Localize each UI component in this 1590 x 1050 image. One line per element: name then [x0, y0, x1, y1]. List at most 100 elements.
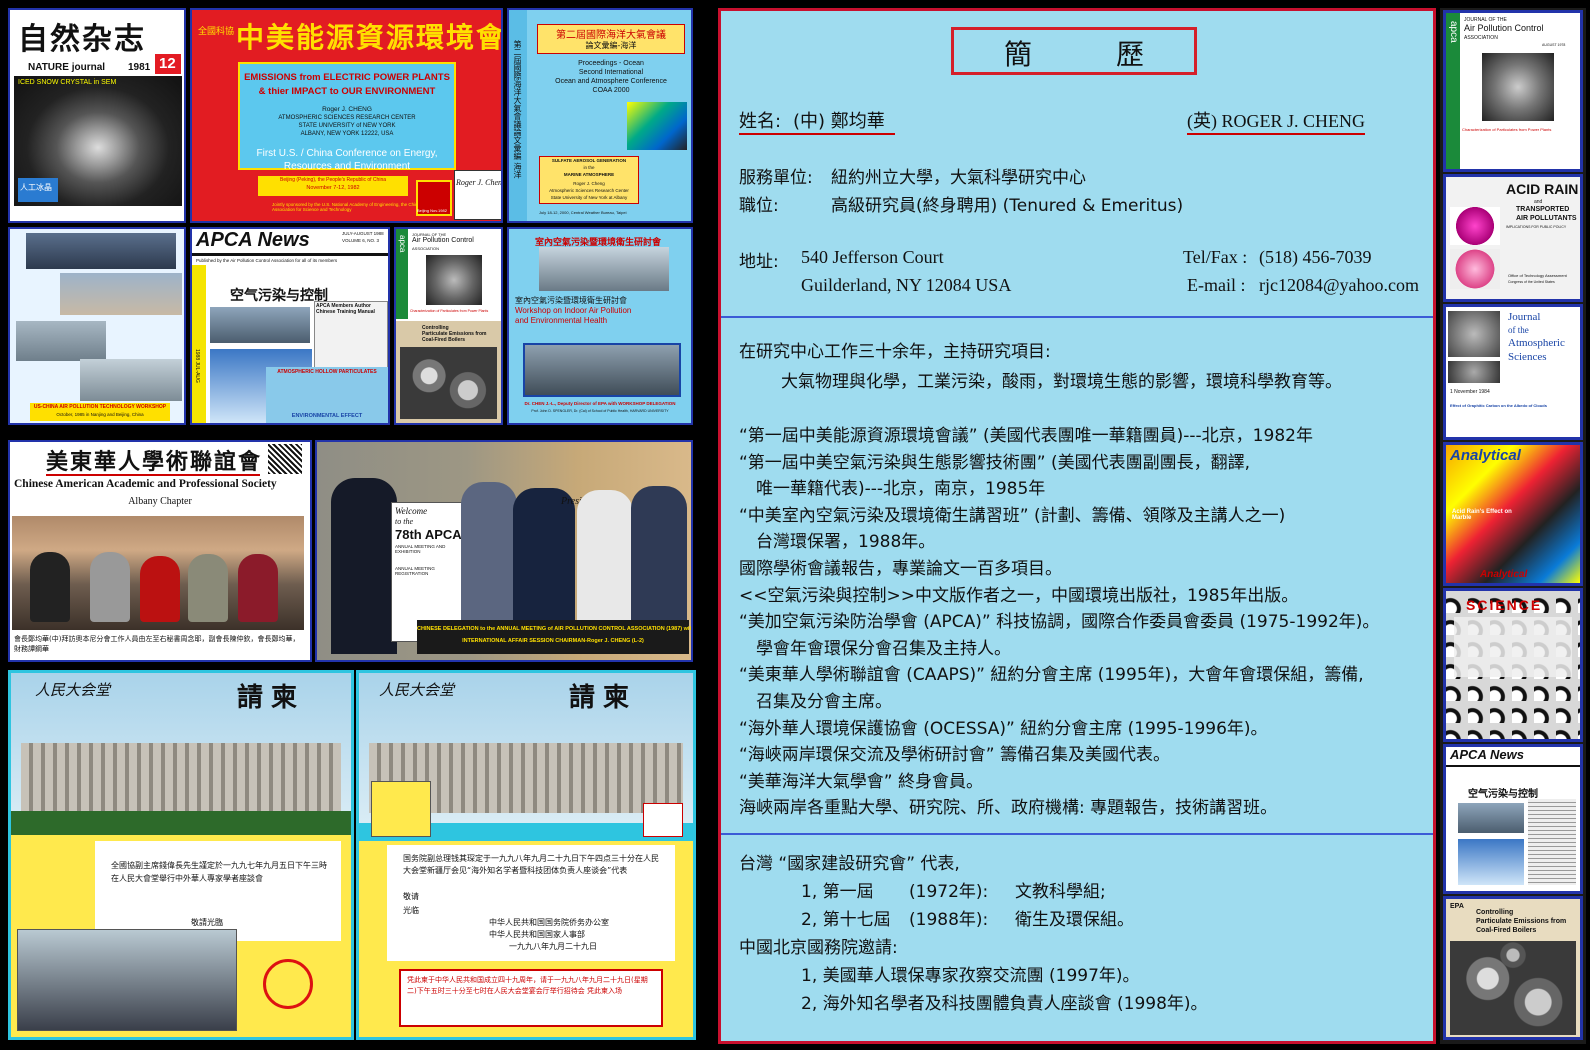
ocean-conference-cover: 第二屆國際海洋大氣會議論文彙編 海洋 第二屆國際海洋大氣會議 論文彙編-海洋 P…: [507, 8, 693, 223]
indoor-l3: and Environmental Health: [515, 316, 608, 325]
name-cn: (中) 鄭均華: [793, 111, 885, 132]
unit-label: 服務單位:: [739, 168, 813, 188]
box-line1: EMISSIONS from ELECTRIC POWER PLANTS: [244, 72, 450, 83]
nature-title-cn: 自然杂志: [18, 22, 146, 57]
controlling3: Coal-Fired Boilers: [422, 337, 466, 343]
sem-particles: [400, 347, 497, 419]
ocean-l2: Second International: [578, 69, 644, 76]
divider-1: [721, 316, 1433, 318]
taiwan-2-year: (1988年):: [909, 910, 989, 930]
invite-right-org2: 中华人民共和国国家人事部: [489, 930, 585, 939]
activity-line: 召集及分會主席。: [739, 692, 892, 712]
caaps-person-2: [90, 552, 130, 622]
sponsor-text: Jointly sponsored by the U.S. National A…: [272, 202, 421, 212]
indoor-caption1: Dr. CHEN J.-L., Deputy Director of EPA w…: [524, 401, 676, 406]
caaps-chapter: Albany Chapter: [128, 496, 192, 507]
signature: Roger J. Chen: [456, 178, 502, 187]
activity-line: 唯一華籍代表)---北京，南京，1985年: [739, 479, 1046, 500]
strip-c3-l2: of the: [1508, 325, 1529, 335]
workshop-collage: US-CHINA AIR POLLUTION TECHNOLOGY WORKSH…: [8, 227, 186, 425]
caaps-caption-cn: 會長鄭均華(中)拜訪奧本尼分會工作人員由左至右秘書周念耶，副會長陳仲欽，會長鄭均…: [14, 635, 300, 653]
unit-value: 紐約州立大學，大氣科學研究中心: [831, 168, 1086, 188]
invite-right-header: 人民大会堂: [379, 681, 455, 699]
apca-bottom1: ATMOSPHERIC HOLLOW PARTICULATES: [277, 369, 377, 375]
nature-inset: 人工冰晶: [20, 183, 52, 192]
invite-right-title: 請柬: [569, 683, 638, 713]
activity-line: 學會年會環保分會召集及主持人。: [739, 638, 1011, 659]
caaps-person-1: [30, 552, 70, 622]
activity-line: “中美室內空氣污染及環境衛生講習班” (計劃、籌備、領隊及主講人之一): [739, 505, 1286, 526]
japca-title2: Air Pollution Control: [412, 237, 474, 244]
japca-particle: [426, 255, 482, 305]
beijing-label: 中國北京國務院邀請:: [739, 938, 898, 958]
paper4: Roger J. Cheng: [573, 181, 605, 186]
sign5: ANNUAL MEETING REGISTRATION: [395, 566, 435, 576]
activity-line: “美加空氣污染防治學會 (APCA)” 科技協調，國際合作委員會委員 (1975…: [739, 612, 1380, 633]
taiwan-2-group: 衛生及環保組。: [1015, 910, 1134, 930]
indoor-photo-1: [539, 247, 669, 291]
apca-date: JULY-AUGUST 1988: [342, 231, 384, 236]
strip-c3-l1: Journal: [1508, 311, 1541, 323]
apca-news-page: APCA News JULY-AUGUST 1988 VOLUME 6, NO.…: [190, 227, 390, 425]
apca-bottom2: ENVIRONMENTAL EFFECT: [291, 413, 363, 419]
strip-c3-caption: Effect of Graphitic Carbon on the Albedo…: [1450, 403, 1547, 408]
japca-covers: apca JOURNAL OF THE Air Pollution Contro…: [394, 227, 503, 425]
author1: Roger J. CHENG: [322, 106, 372, 113]
paper3: MARINE ATMOSPHERE: [563, 172, 615, 177]
apca-pub: Published by the Air Pollution Control A…: [196, 258, 338, 263]
strip-c1-l2: Air Pollution Control: [1464, 23, 1544, 33]
strip-c3-photo: [1448, 311, 1500, 357]
emblem: [643, 803, 683, 837]
ocean-graphic: [627, 102, 687, 150]
nature-issue: 12: [159, 55, 176, 72]
strip-c1-caption: Characterization of Particulates from Po…: [1462, 127, 1552, 132]
invite-left-header: 人民大会堂: [35, 681, 111, 699]
strip-c4-foot: Analytical: [1480, 569, 1528, 580]
strip-c3-date: 1 November 1984: [1450, 389, 1490, 395]
ocean-foot: July 18-12, 2000, Central Weather Bureau…: [539, 210, 627, 215]
caaps-title-cn: 美東華人學術聯誼會: [46, 450, 263, 475]
apca-vol: VOLUME 6, NO. 3: [342, 238, 380, 243]
name-underline: [739, 133, 895, 135]
paper5: Atmospheric Sciences Research Center: [549, 188, 629, 193]
invite-left-title: 請柬: [237, 683, 306, 713]
id-card: [371, 781, 431, 837]
strip-c3-photo-2: [1448, 361, 1500, 383]
research-items: 大氣物理與化學，工業污染，酸雨，對環境生態的影響，環境科學教育等。: [781, 372, 1342, 392]
activity-line: “美華海洋大氣學會” 終身會員。: [739, 771, 984, 792]
strip-japca-cover: apca JOURNAL OF THE Air Pollution Contro…: [1443, 10, 1583, 172]
paper6: State University of New York at Albany: [550, 195, 628, 200]
meeting-photo-2: [16, 321, 106, 361]
activity-line: “海峽兩岸環保交流及學術研討會” 籌備召集及美國代表。: [739, 745, 1171, 766]
indoor-photo-2: [523, 343, 681, 397]
red-seal: [263, 959, 313, 1009]
indoor-l1-cn: 室內空氣污染暨環境衛生研討會: [515, 296, 627, 305]
strip-c2-image-1: [1450, 207, 1500, 245]
nature-journal-cover: 自然杂志 NATURE journal 1981 12 ICED SNOW CR…: [8, 8, 186, 223]
sign1: Welcome: [395, 506, 428, 516]
caaps-title-en: Chinese American Academic and Profession…: [14, 478, 277, 490]
meeting-photo-1: [60, 273, 182, 315]
activity-line: 台灣環保署，1988年。: [739, 532, 936, 553]
strip-c2-l3: TRANSPORTED: [1516, 206, 1570, 213]
strip-c6-rule: [1446, 765, 1580, 767]
invite-left-body: 全國協副主席錢偉長先生謹定於一九九七年九月五日下午三時在人民大會堂舉行中外華人專…: [111, 861, 327, 883]
ocean-l1: Proceedings - Ocean: [578, 60, 644, 67]
strip-c7-l1: Controlling: [1476, 909, 1514, 916]
meeting-photo-3: [80, 359, 182, 401]
indoor-workshop-page: 室內空氣污染暨環境衛生研討會 室內空氣污染暨環境衛生研討會 Workshop o…: [507, 227, 693, 425]
sign3: 78th APCA: [395, 527, 462, 542]
strip-c3-l3: Atmospheric: [1508, 337, 1565, 349]
email-label: E-mail :: [1187, 275, 1246, 295]
nature-caption: ICED SNOW CRYSTAL in SEM: [18, 79, 117, 86]
beijing-1: 1, 美國華人環保專家孜察交流團 (1997年)。: [801, 966, 1140, 986]
paper1: SULFATE AEROSOL GENERATION: [551, 158, 627, 163]
strip-c2-image-2: [1450, 249, 1500, 289]
strip-c6-brand: APCA News: [1450, 747, 1524, 762]
strip-c2-foot: Office of Technology Assessment: [1508, 273, 1567, 278]
caaps-seal: [268, 444, 302, 474]
invite-left-photo: [17, 929, 237, 1031]
delegation-photo: Welcome to the 78th APCA ANNUAL MEETING …: [315, 440, 693, 662]
caaps-panel: 美東華人學術聯誼會 Chinese American Academic and …: [8, 440, 312, 662]
author3: STATE UNIVERSITY of NEW YORK: [298, 123, 396, 129]
